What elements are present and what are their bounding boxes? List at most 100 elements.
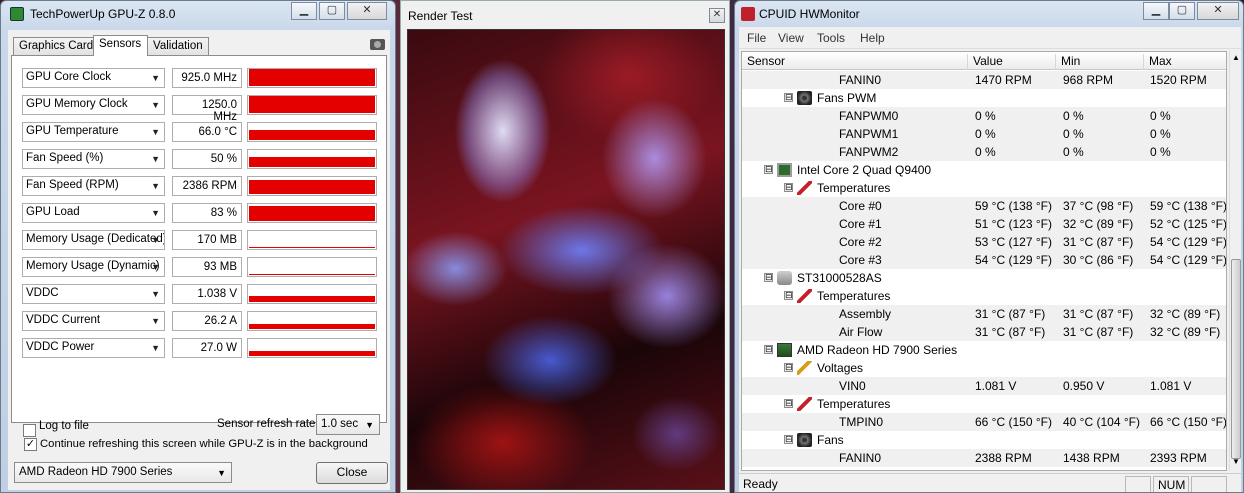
maximize-button[interactable]: ▢: [319, 2, 345, 20]
sensor-label: FANPWM0: [839, 109, 899, 123]
collapse-icon[interactable]: ⊟: [784, 399, 793, 408]
log-to-file-label: Log to file: [39, 420, 89, 432]
sensor-name-select[interactable]: VDDC ▼: [22, 284, 165, 304]
sensor-name-select[interactable]: Memory Usage (Dedicated) ▼: [22, 230, 165, 250]
table-row[interactable]: ⊟ Temperatures: [742, 287, 1226, 305]
chevron-down-icon: ▼: [151, 343, 160, 353]
vertical-scrollbar[interactable]: ▲ ▼: [1229, 51, 1241, 471]
sensor-name-select[interactable]: Memory Usage (Dynamic) ▼: [22, 257, 165, 277]
table-row[interactable]: FANPWM2 0 % 0 % 0 %: [742, 143, 1226, 161]
render-titlebar[interactable]: Render Test ✕: [401, 1, 729, 27]
table-row[interactable]: ⊟ Temperatures: [742, 395, 1226, 413]
collapse-icon[interactable]: ⊟: [784, 363, 793, 372]
column-max[interactable]: Max: [1144, 54, 1226, 70]
table-row[interactable]: ⊟ Fans PWM: [742, 89, 1226, 107]
collapse-icon[interactable]: ⊟: [764, 165, 773, 174]
table-row[interactable]: TMPIN0 66 °C (150 °F) 40 °C (104 °F) 66 °C …: [742, 413, 1226, 431]
chevron-down-icon: ▼: [151, 127, 160, 137]
menu-tools[interactable]: Tools: [817, 31, 845, 45]
table-row[interactable]: ⊟ Intel Core 2 Quad Q9400: [742, 161, 1226, 179]
collapse-icon[interactable]: ⊟: [784, 435, 793, 444]
sensor-name-select[interactable]: GPU Temperature ▼: [22, 122, 165, 142]
continue-refresh-checkbox[interactable]: ✓: [24, 438, 37, 451]
menu-view[interactable]: View: [778, 31, 804, 45]
menu-file[interactable]: File: [747, 31, 766, 45]
table-row[interactable]: Air Flow 31 °C (87 °F) 31 °C (87 °F) 32 °C …: [742, 323, 1226, 341]
sensor-value: 66 °C (150 °F): [975, 415, 1052, 429]
table-row[interactable]: ⊟ ST31000528AS: [742, 269, 1226, 287]
sensor-graph-fill: [249, 247, 375, 248]
chevron-down-icon: ▼: [151, 235, 160, 245]
table-row[interactable]: ⊟ Temperatures: [742, 179, 1226, 197]
sensor-graph: [247, 176, 377, 196]
collapse-icon[interactable]: ⊟: [784, 291, 793, 300]
sensor-max: 2393 RPM: [1150, 451, 1207, 465]
tab-validation[interactable]: Validation: [147, 37, 209, 55]
sensor-tree[interactable]: Sensor Value Min Max FANIN0 1470 RPM 968 R…: [741, 51, 1227, 471]
table-row[interactable]: ⊟ Voltages: [742, 359, 1226, 377]
collapse-icon[interactable]: ⊟: [784, 93, 793, 102]
column-sensor[interactable]: Sensor: [742, 54, 968, 70]
chevron-down-icon: ▼: [151, 208, 160, 218]
log-to-file-checkbox[interactable]: [23, 424, 36, 437]
sensor-name: GPU Core Clock: [26, 71, 111, 83]
sensor-name-select[interactable]: GPU Core Clock ▼: [22, 68, 165, 88]
card-select[interactable]: AMD Radeon HD 7900 Series ▼: [14, 462, 232, 483]
sensor-name-select[interactable]: VDDC Power ▼: [22, 338, 165, 358]
table-row[interactable]: FANIN0 2388 RPM 1438 RPM 2393 RPM: [742, 449, 1226, 467]
column-value[interactable]: Value: [968, 54, 1056, 70]
sensor-name-select[interactable]: Fan Speed (RPM) ▼: [22, 176, 165, 196]
scroll-up-icon[interactable]: ▲: [1231, 53, 1241, 62]
menu-help[interactable]: Help: [860, 31, 885, 45]
table-row[interactable]: FANIN0 1470 RPM 968 RPM 1520 RPM: [742, 71, 1226, 89]
table-row[interactable]: Core #1 51 °C (123 °F) 32 °C (89 °F) 52 °C …: [742, 215, 1226, 233]
fan-icon: [797, 91, 812, 105]
render-close-button[interactable]: ✕: [709, 8, 725, 23]
sensor-name-select[interactable]: GPU Load ▼: [22, 203, 165, 223]
table-row[interactable]: FANPWM0 0 % 0 % 0 %: [742, 107, 1226, 125]
tab-graphics-card[interactable]: Graphics Card: [13, 37, 94, 55]
sensor-min: 37 °C (98 °F): [1063, 199, 1134, 213]
collapse-icon[interactable]: ⊟: [784, 183, 793, 192]
collapse-icon[interactable]: ⊟: [764, 273, 773, 282]
table-row[interactable]: Core #3 54 °C (129 °F) 30 °C (86 °F) 54 °C …: [742, 251, 1226, 269]
status-text: Ready: [743, 477, 778, 491]
hwm-client: File View Tools Help Sensor Value Min Ma…: [739, 27, 1241, 492]
close-window-button[interactable]: ✕: [1197, 2, 1239, 20]
table-row[interactable]: Assembly 31 °C (87 °F) 31 °C (87 °F) 32 °C …: [742, 305, 1226, 323]
minimize-button[interactable]: ▁: [291, 2, 317, 20]
table-row[interactable]: ⊟ Fans: [742, 431, 1226, 449]
sensor-name-select[interactable]: VDDC Current ▼: [22, 311, 165, 331]
table-row[interactable]: ⊟ AMD Radeon HD 7900 Series: [742, 341, 1226, 359]
sensor-label: Temperatures: [817, 397, 891, 411]
tab-sensors[interactable]: Sensors: [93, 35, 148, 56]
table-row[interactable]: FANPWM1 0 % 0 % 0 %: [742, 125, 1226, 143]
fan-icon: [797, 433, 812, 447]
table-row[interactable]: Core #2 53 °C (127 °F) 31 °C (87 °F) 54 °C …: [742, 233, 1226, 251]
table-row[interactable]: Core #0 59 °C (138 °F) 37 °C (98 °F) 59 °C …: [742, 197, 1226, 215]
maximize-button[interactable]: ▢: [1169, 2, 1195, 20]
thermometer-icon: [797, 289, 812, 303]
sensor-row: Fan Speed (%) ▼ 50 %: [22, 149, 377, 171]
voltage-icon: [797, 361, 812, 375]
sensor-label: FANIN0: [839, 451, 882, 465]
gpuz-app-icon: [10, 7, 24, 21]
sensor-graph-fill: [249, 274, 375, 275]
sensor-name-select[interactable]: Fan Speed (%) ▼: [22, 149, 165, 169]
column-min[interactable]: Min: [1056, 54, 1144, 70]
sensor-value: 925.0 MHz: [172, 68, 242, 88]
camera-icon[interactable]: [370, 39, 385, 50]
close-button[interactable]: Close: [316, 462, 388, 484]
scroll-down-icon[interactable]: ▼: [1231, 457, 1241, 466]
sensor-label: VIN0: [839, 379, 866, 393]
close-window-button[interactable]: ✕: [347, 2, 387, 20]
collapse-icon[interactable]: ⊟: [764, 345, 773, 354]
scroll-thumb[interactable]: [1231, 259, 1241, 459]
refresh-rate-select[interactable]: 1.0 sec ▼: [316, 414, 380, 435]
sensor-value: 26.2 A: [172, 311, 242, 331]
minimize-button[interactable]: ▁: [1143, 2, 1169, 20]
table-row[interactable]: VIN0 1.081 V 0.950 V 1.081 V: [742, 377, 1226, 395]
hwm-titlebar[interactable]: CPUID HWMonitor ▁ ▢ ✕: [735, 1, 1243, 27]
gpuz-titlebar[interactable]: TechPowerUp GPU-Z 0.8.0 ▁ ▢ ✕: [1, 1, 395, 27]
sensor-name-select[interactable]: GPU Memory Clock ▼: [22, 95, 165, 115]
